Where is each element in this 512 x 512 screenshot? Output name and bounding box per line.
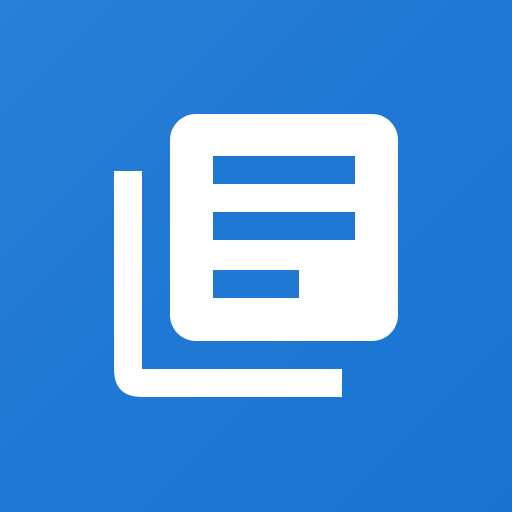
text-line-2 <box>213 212 355 240</box>
text-line-1 <box>213 156 355 184</box>
app-icon <box>0 0 512 512</box>
text-line-3 <box>213 270 299 298</box>
document-stack-icon <box>114 114 398 397</box>
